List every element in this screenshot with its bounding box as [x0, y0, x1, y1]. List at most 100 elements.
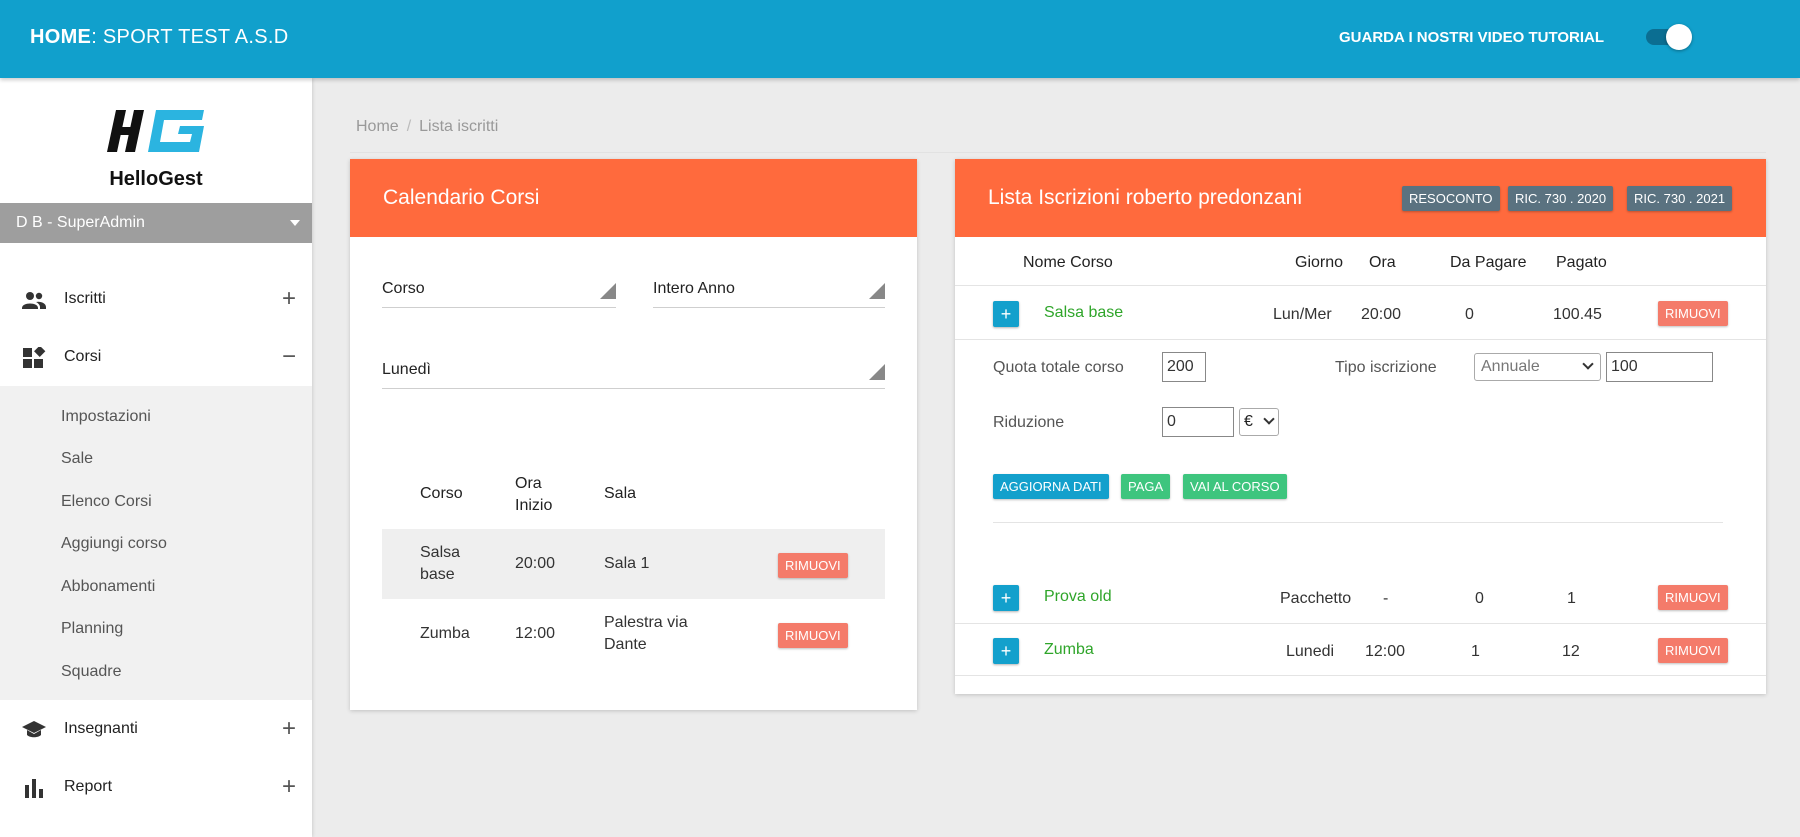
remove-button[interactable]: RIMUOVI	[1658, 301, 1728, 326]
period-filter-select[interactable]: Intero Anno	[653, 270, 885, 308]
ric-730-2020-button[interactable]: RIC. 730 . 2020	[1508, 186, 1614, 211]
column-header-nome-corso: Nome Corso	[1023, 254, 1113, 271]
cell-da-pagare: 1	[1471, 643, 1480, 660]
home-link[interactable]: HOME	[30, 26, 91, 48]
sidebar-item-label: Insegnanti	[64, 720, 138, 737]
sidebar-item-label: Report	[64, 778, 113, 795]
cell-corso: Salsa base	[420, 544, 461, 583]
caret-down-icon	[290, 220, 300, 226]
breadcrumb-current: Lista iscritti	[419, 118, 499, 135]
tipo-iscrizione-value: Annuale	[1481, 358, 1540, 375]
app-title: HOME: SPORT TEST A.S.D	[30, 26, 289, 49]
sidebar-item-label: Iscritti	[64, 290, 106, 307]
cell-sala: Sala 1	[604, 555, 650, 572]
submenu-item-impostazioni[interactable]: Impostazioni	[61, 408, 151, 426]
cell-giorno: Lunedi	[1286, 643, 1335, 660]
cell-sala: Palestra via Dante	[604, 614, 688, 653]
divider	[955, 339, 1766, 340]
divider	[955, 675, 1766, 676]
sidebar-item-label: Corsi	[64, 348, 102, 365]
cell-ora: 20:00	[1361, 306, 1402, 323]
submenu-item-sale[interactable]: Sale	[61, 450, 93, 468]
enrollments-card: Lista Iscrizioni roberto predonzani RESO…	[955, 159, 1766, 694]
submenu-item-elenco-corsi[interactable]: Elenco Corsi	[61, 493, 152, 511]
cell-pagato: 12	[1562, 643, 1580, 660]
column-header-ora: Ora	[1369, 254, 1396, 271]
remove-button[interactable]: RIMUOVI	[1658, 585, 1728, 610]
divider	[955, 285, 1766, 286]
day-filter-select[interactable]: Lunedì	[382, 351, 885, 389]
cell-pagato: 100.45	[1553, 306, 1602, 323]
aggiorna-dati-button[interactable]: AGGIORNA DATI	[993, 474, 1109, 499]
quota-input[interactable]	[1162, 352, 1206, 382]
tipo-iscrizione-label: Tipo iscrizione	[1335, 359, 1437, 376]
column-header-ora-inizio: Ora Inizio	[515, 475, 553, 514]
course-filter-select[interactable]: Corso	[382, 270, 616, 308]
riduzione-input[interactable]	[1162, 407, 1234, 437]
enrollments-card-header: Lista Iscrizioni roberto predonzani RESO…	[955, 159, 1766, 237]
top-bar: HOME: SPORT TEST A.S.D GUARDA I NOSTRI V…	[0, 0, 1800, 78]
resoconto-button[interactable]: RESOCONTO	[1402, 186, 1500, 211]
currency-select[interactable]: €	[1239, 408, 1279, 436]
quota-label: Quota totale corso	[993, 359, 1124, 376]
bar-chart-icon	[25, 779, 43, 798]
cell-ora: 12:00	[1365, 643, 1406, 660]
organization-name: : SPORT TEST A.S.D	[91, 26, 289, 48]
enrollments-title: Lista Iscrizioni roberto predonzani	[988, 186, 1302, 209]
remove-button[interactable]: RIMUOVI	[1658, 638, 1728, 663]
dashboard-icon	[23, 347, 46, 368]
video-tutorial-label: GUARDA I NOSTRI VIDEO TUTORIAL	[1339, 29, 1605, 46]
cell-ora: 20:00	[515, 555, 556, 572]
tipo-amount-input[interactable]	[1606, 352, 1713, 382]
remove-button[interactable]: RIMUOVI	[778, 553, 848, 578]
breadcrumb-home[interactable]: Home	[356, 118, 399, 135]
paga-button[interactable]: PAGA	[1121, 474, 1171, 499]
sidebar: HelloGest D B - SuperAdmin Iscritti + Co…	[0, 78, 312, 837]
sidebar-item-insegnanti[interactable]: Insegnanti +	[0, 705, 312, 755]
collapse-icon[interactable]: −	[282, 343, 296, 371]
course-link-zumba[interactable]: Zumba	[1044, 641, 1094, 659]
day-filter-value: Lunedì	[382, 361, 431, 378]
breadcrumb-separator: /	[406, 118, 412, 135]
submenu-item-squadre[interactable]: Squadre	[61, 663, 122, 681]
cell-ora: 12:00	[515, 625, 556, 642]
expand-row-button[interactable]: +	[993, 301, 1019, 327]
period-filter-value: Intero Anno	[653, 280, 735, 297]
course-link-prova-old[interactable]: Prova old	[1044, 588, 1112, 606]
submenu-item-abbonamenti[interactable]: Abbonamenti	[61, 578, 155, 596]
remove-button[interactable]: RIMUOVI	[778, 623, 848, 648]
column-header-pagato: Pagato	[1556, 254, 1607, 271]
cell-corso: Zumba	[420, 625, 470, 642]
expand-row-button[interactable]: +	[993, 585, 1019, 611]
submenu-item-aggiungi-corso[interactable]: Aggiungi corso	[61, 535, 167, 553]
column-header-corso: Corso	[420, 485, 463, 502]
corsi-submenu: Impostazioni Sale Elenco Corsi Aggiungi …	[0, 386, 312, 700]
cell-pagato: 1	[1567, 590, 1576, 607]
brand-name: HelloGest	[109, 168, 203, 190]
course-link-salsa-base[interactable]: Salsa base	[1044, 304, 1123, 322]
vai-al-corso-button[interactable]: VAI AL CORSO	[1183, 474, 1287, 499]
breadcrumb: Home / Lista iscritti	[356, 118, 498, 136]
tutorial-toggle[interactable]	[1646, 24, 1692, 50]
calendar-card: Calendario Corsi Corso Intero Anno Luned…	[350, 159, 917, 710]
table-row: Zumba 12:00 Palestra via Dante RIMUOVI	[382, 599, 885, 669]
ric-730-2021-button[interactable]: RIC. 730 . 2021	[1627, 186, 1733, 211]
riduzione-label: Riduzione	[993, 414, 1065, 431]
expand-icon[interactable]: +	[282, 715, 296, 743]
expand-row-button[interactable]: +	[993, 638, 1019, 664]
tipo-iscrizione-select[interactable]: Annuale	[1474, 353, 1601, 381]
user-role-dropdown[interactable]: D B - SuperAdmin	[0, 203, 312, 243]
chevron-down-icon	[1582, 358, 1594, 370]
cell-da-pagare: 0	[1475, 590, 1484, 607]
sidebar-item-iscritti[interactable]: Iscritti +	[0, 275, 312, 325]
dropdown-triangle-icon	[869, 364, 885, 380]
submenu-item-planning[interactable]: Planning	[61, 620, 123, 638]
sidebar-item-corsi[interactable]: Corsi −	[0, 333, 312, 383]
expand-icon[interactable]: +	[282, 285, 296, 313]
sidebar-item-report[interactable]: Report +	[0, 763, 312, 813]
cell-ora: -	[1383, 590, 1389, 607]
calendar-title: Calendario Corsi	[383, 186, 540, 209]
divider	[350, 152, 1766, 153]
expand-icon[interactable]: +	[282, 773, 296, 801]
course-filter-value: Corso	[382, 280, 425, 297]
